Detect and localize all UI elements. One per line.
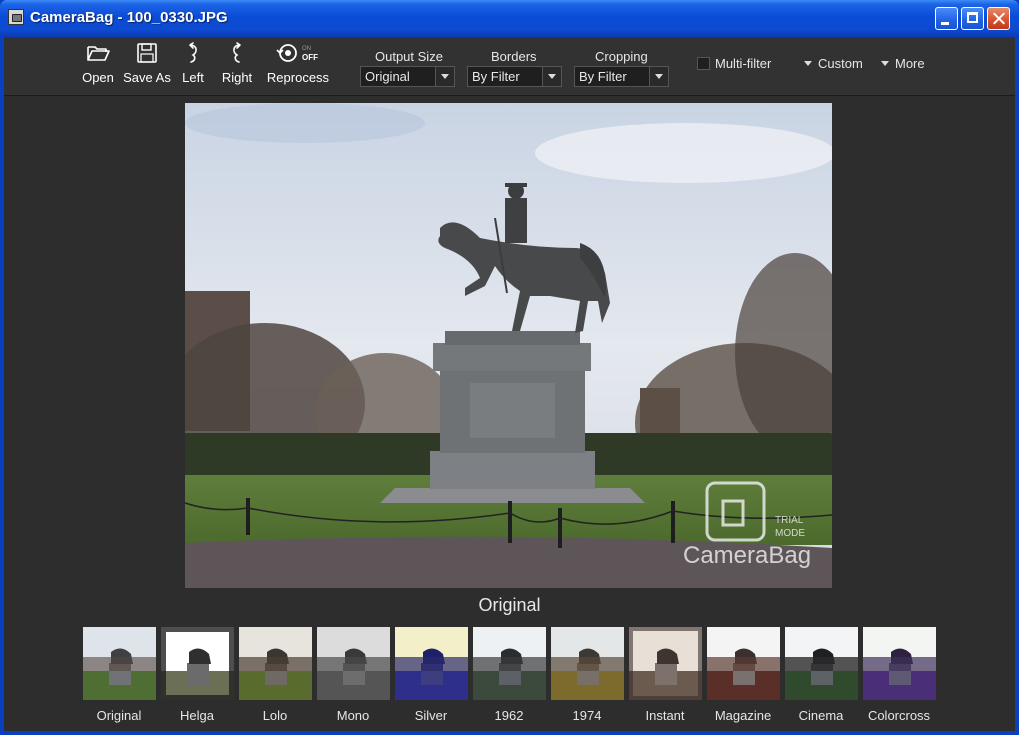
borders-value: By Filter xyxy=(472,69,520,84)
filter-label-lolo[interactable]: Lolo xyxy=(236,708,314,723)
filter-label-mono[interactable]: Mono xyxy=(314,708,392,723)
custom-label: Custom xyxy=(818,56,863,71)
reprocess-label: Reprocess xyxy=(266,70,330,85)
save-as-label: Save As xyxy=(123,70,171,85)
save-as-button[interactable]: Save As xyxy=(121,41,173,91)
rotate-left-icon xyxy=(189,42,197,63)
open-label: Open xyxy=(82,70,114,85)
filter-thumb-1962[interactable] xyxy=(473,627,546,700)
filter-preview-image xyxy=(395,627,468,700)
save-icon xyxy=(137,43,157,63)
photo-preview[interactable]: TRIAL MODE CameraBag xyxy=(185,103,832,588)
filter-preview-image xyxy=(161,627,234,700)
more-dropdown[interactable]: More xyxy=(881,56,925,71)
filter-preview-image xyxy=(785,627,858,700)
maximize-icon xyxy=(967,12,978,23)
output-size-value: Original xyxy=(365,69,410,84)
filter-preview-image xyxy=(473,627,546,700)
custom-dropdown[interactable]: Custom xyxy=(804,56,863,71)
filter-label-1974[interactable]: 1974 xyxy=(548,708,626,723)
reprocess-icon: ON OFF xyxy=(276,44,318,62)
filter-thumb-mono[interactable] xyxy=(317,627,390,700)
title-bar[interactable]: CameraBag - 100_0330.JPG xyxy=(0,0,1019,37)
window-title: CameraBag - 100_0330.JPG xyxy=(30,9,228,26)
triangle-down-icon xyxy=(881,61,889,67)
filter-caption: Original xyxy=(478,595,541,615)
filter-label-1962[interactable]: 1962 xyxy=(470,708,548,723)
filter-thumb-magazine[interactable] xyxy=(707,627,780,700)
filter-label-original[interactable]: Original xyxy=(80,708,158,723)
app-window: CameraBag - 100_0330.JPG Open Save As Le… xyxy=(0,0,1019,735)
output-size-label: Output Size xyxy=(375,49,443,64)
filter-label-helga[interactable]: Helga xyxy=(158,708,236,723)
left-label: Left xyxy=(182,70,204,85)
filter-label-silver[interactable]: Silver xyxy=(392,708,470,723)
filter-thumb-helga[interactable] xyxy=(161,627,234,700)
folder-open-icon xyxy=(87,46,110,61)
filter-preview-image xyxy=(551,627,624,700)
filter-label-magazine[interactable]: Magazine xyxy=(704,708,782,723)
camera-app-icon[interactable] xyxy=(8,9,24,25)
minimize-button[interactable] xyxy=(935,7,958,30)
open-button[interactable]: Open xyxy=(80,41,116,91)
maximize-button[interactable] xyxy=(961,7,984,30)
filter-label-cinema[interactable]: Cinema xyxy=(782,708,860,723)
chevron-down-icon[interactable] xyxy=(435,67,454,86)
rotate-right-button[interactable]: Right xyxy=(218,41,256,91)
triangle-down-icon xyxy=(804,61,812,67)
minimize-icon xyxy=(941,22,949,25)
client-area: Open Save As Left Right ON OFF Reprocess… xyxy=(4,37,1015,731)
filter-thumb-lolo[interactable] xyxy=(239,627,312,700)
reprocess-off-text: OFF xyxy=(302,53,318,62)
chevron-down-icon[interactable] xyxy=(542,67,561,86)
watermark-mode-text: MODE xyxy=(775,528,805,539)
reprocess-on-text: ON xyxy=(302,46,311,52)
chevron-down-icon[interactable] xyxy=(649,67,668,86)
filter-label-instant[interactable]: Instant xyxy=(626,708,704,723)
rotate-left-button[interactable]: Left xyxy=(176,41,210,91)
window-bottom-border xyxy=(0,731,1019,735)
cropping-value: By Filter xyxy=(579,69,627,84)
filter-thumb-silver[interactable] xyxy=(395,627,468,700)
close-button[interactable] xyxy=(987,7,1010,30)
more-label: More xyxy=(895,56,925,71)
statue-photo: TRIAL MODE CameraBag xyxy=(185,103,832,588)
filter-preview-image xyxy=(863,627,936,700)
filter-preview-image xyxy=(629,627,702,700)
filter-label-colorcross[interactable]: Colorcross xyxy=(860,708,938,723)
filter-preview-image xyxy=(83,627,156,700)
watermark-brand-text: CameraBag xyxy=(683,542,811,569)
filter-thumb-cinema[interactable] xyxy=(785,627,858,700)
output-size-select[interactable]: Original xyxy=(360,66,455,87)
cropping-select[interactable]: By Filter xyxy=(574,66,669,87)
filter-thumb-instant[interactable] xyxy=(629,627,702,700)
borders-select[interactable]: By Filter xyxy=(467,66,562,87)
multi-filter-checkbox[interactable] xyxy=(697,57,710,70)
borders-label: Borders xyxy=(491,49,537,64)
reprocess-button[interactable]: ON OFF Reprocess xyxy=(266,41,330,91)
filter-thumb-original[interactable] xyxy=(83,627,156,700)
rotate-right-icon xyxy=(233,42,241,63)
toolbar: Open Save As Left Right ON OFF Reprocess… xyxy=(4,37,1015,96)
filter-preview-image xyxy=(239,627,312,700)
filter-preview-image xyxy=(317,627,390,700)
right-label: Right xyxy=(221,70,253,85)
cropping-label: Cropping xyxy=(595,49,648,64)
filter-thumb-1974[interactable] xyxy=(551,627,624,700)
watermark-trial-text: TRIAL xyxy=(775,515,804,526)
filter-preview-image xyxy=(707,627,780,700)
multi-filter-label[interactable]: Multi-filter xyxy=(715,56,771,71)
filter-thumb-colorcross[interactable] xyxy=(863,627,936,700)
